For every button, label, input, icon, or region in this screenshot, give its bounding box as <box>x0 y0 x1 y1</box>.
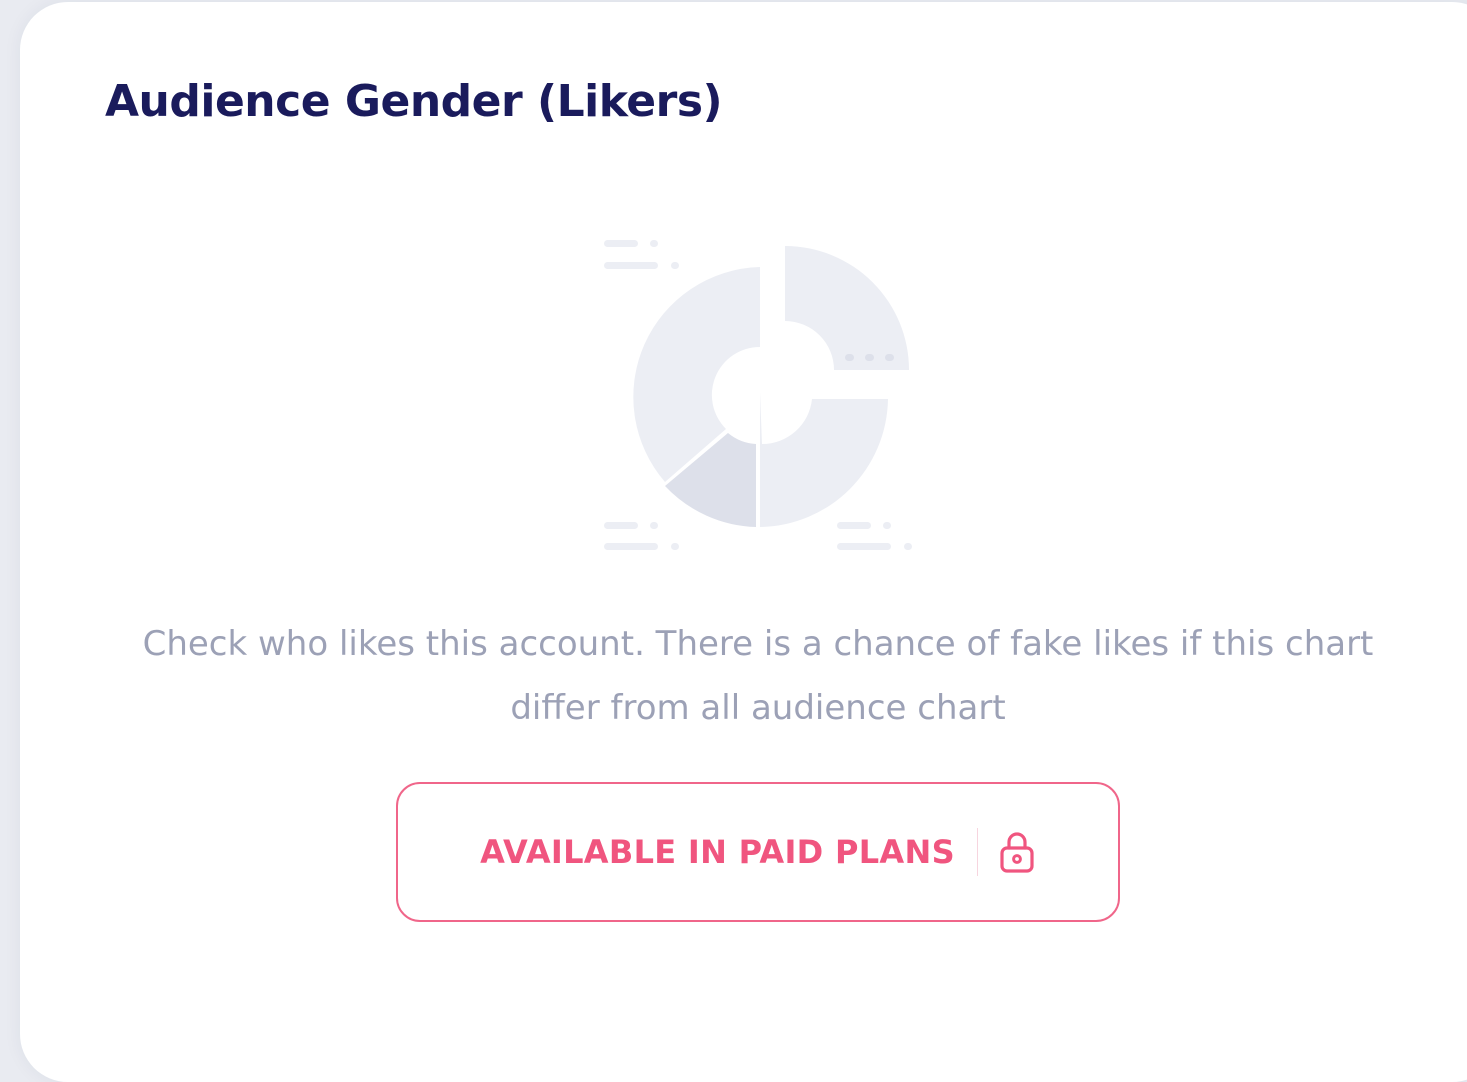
card-title: Audience Gender (Likers) <box>105 76 723 127</box>
button-label: AVAILABLE IN PAID PLANS <box>480 833 955 871</box>
button-divider <box>976 828 978 876</box>
lock-icon <box>1000 832 1034 873</box>
card-description: Check who likes this account. There is a… <box>142 624 1374 728</box>
donut-chart-placeholder-icon <box>604 240 912 550</box>
available-in-paid-plans-button[interactable]: AVAILABLE IN PAID PLANS <box>396 782 1120 922</box>
